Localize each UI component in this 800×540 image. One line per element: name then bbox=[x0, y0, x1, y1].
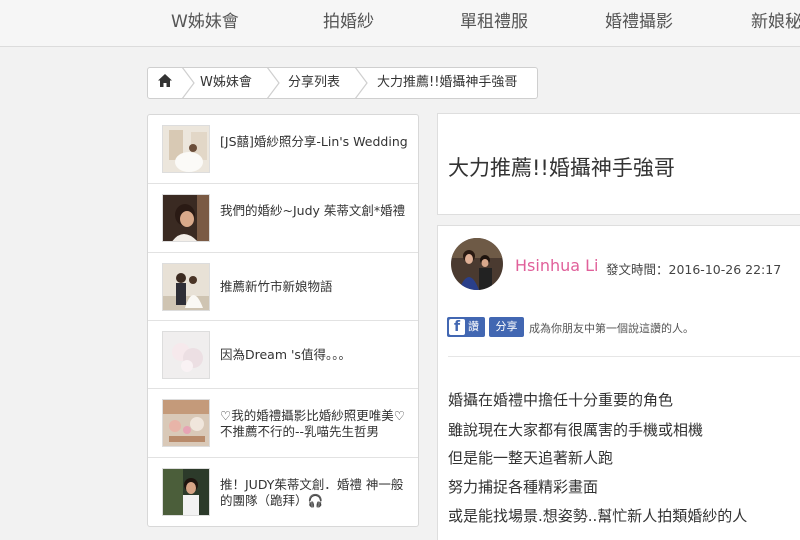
article-paragraph: 努力捕捉各種精彩畫面 bbox=[448, 478, 599, 496]
facebook-icon: f bbox=[449, 319, 465, 335]
post-title: 推！JUDY茱蒂文創．婚禮 神一般的團隊（跪拜）🎧 bbox=[220, 477, 404, 508]
top-nav: W姊妹會 拍婚紗 單租禮服 婚禮攝影 新娘秘 bbox=[0, 0, 800, 47]
article-paragraph: 雖說現在大家都有很厲害的手機或相機 bbox=[448, 421, 704, 439]
list-item[interactable]: 推！JUDY茱蒂文創．婚禮 神一般的團隊（跪拜）🎧 bbox=[148, 458, 418, 526]
list-item[interactable]: 推薦新竹市新娘物語 bbox=[148, 253, 418, 321]
facebook-like-label: 讚 bbox=[468, 320, 479, 333]
post-thumbnail bbox=[162, 125, 210, 173]
nav-link-wedding-photography[interactable]: 婚禮攝影 bbox=[605, 7, 673, 32]
breadcrumb: W姊妹會 分享列表 大力推薦!!婚攝神手強哥 bbox=[147, 67, 538, 99]
list-item[interactable]: 我們的婚紗~Judy 茱蒂文創*婚禮 bbox=[148, 184, 418, 253]
breadcrumb-home[interactable] bbox=[148, 68, 182, 98]
article-title-card: 大力推薦!!婚攝神手強哥 bbox=[437, 113, 800, 215]
breadcrumb-current: 大力推薦!!婚攝神手強哥 bbox=[377, 75, 518, 90]
article-paragraph: 婚攝在婚禮中擔任十分重要的角色 bbox=[448, 391, 674, 409]
post-thumbnail bbox=[162, 399, 210, 447]
nav-link-dress-rental[interactable]: 單租禮服 bbox=[460, 7, 528, 32]
author-name[interactable]: Hsinhua Li bbox=[515, 256, 598, 275]
avatar[interactable] bbox=[451, 238, 503, 290]
breadcrumb-separator-icon bbox=[182, 68, 195, 98]
nav-link-w-sisters[interactable]: W姊妹會 bbox=[171, 7, 239, 32]
post-thumbnail bbox=[162, 331, 210, 379]
post-title: [JS囍]婚紗照分享-Lin's Wedding bbox=[220, 134, 408, 149]
article-paragraph: 或是能找場景.想姿勢..幫忙新人拍類婚紗的人 bbox=[448, 507, 748, 525]
post-title: ♡我的婚禮攝影比婚紗照更唯美♡不推薦不行的--乳喵先生哲男 bbox=[220, 408, 405, 439]
divider bbox=[448, 356, 800, 357]
home-icon bbox=[158, 74, 172, 87]
related-posts-sidebar: [JS囍]婚紗照分享-Lin's Wedding 我們的婚紗~Judy 茱蒂文創… bbox=[147, 114, 419, 527]
breadcrumb-separator-icon bbox=[355, 68, 368, 98]
publish-time: 發文時間：2016-10-26 22:17 bbox=[606, 262, 782, 277]
nav-link-wedding-photos[interactable]: 拍婚紗 bbox=[323, 7, 374, 32]
facebook-like-button[interactable]: f 讚 bbox=[447, 317, 485, 337]
breadcrumb-item-w-sisters[interactable]: W姊妹會 bbox=[200, 68, 252, 98]
list-item[interactable]: [JS囍]婚紗照分享-Lin's Wedding bbox=[148, 115, 418, 184]
facebook-like-prompt: 成為你朋友中第一個說這讚的人。 bbox=[529, 322, 694, 335]
article-body-card: Hsinhua Li 發文時間：2016-10-26 22:17 f 讚 分享 … bbox=[437, 225, 800, 540]
article-paragraph: 但是能一整天追著新人跑 bbox=[448, 449, 614, 467]
nav-link-bridal-makeup[interactable]: 新娘秘 bbox=[751, 7, 800, 32]
post-title: 推薦新竹市新娘物語 bbox=[220, 279, 333, 294]
post-title: 我們的婚紗~Judy 茱蒂文創*婚禮 bbox=[220, 203, 406, 218]
list-item[interactable]: ♡我的婚禮攝影比婚紗照更唯美♡不推薦不行的--乳喵先生哲男 bbox=[148, 389, 418, 458]
post-thumbnail bbox=[162, 468, 210, 516]
breadcrumb-separator-icon bbox=[267, 68, 280, 98]
post-title: 因為Dream 's值得。。。 bbox=[220, 347, 351, 362]
post-thumbnail bbox=[162, 263, 210, 311]
page-title: 大力推薦!!婚攝神手強哥 bbox=[448, 156, 675, 180]
post-thumbnail bbox=[162, 194, 210, 242]
list-item[interactable]: 因為Dream 's值得。。。 bbox=[148, 321, 418, 389]
facebook-share-button[interactable]: 分享 bbox=[489, 317, 524, 337]
breadcrumb-item-share-list[interactable]: 分享列表 bbox=[288, 68, 340, 98]
